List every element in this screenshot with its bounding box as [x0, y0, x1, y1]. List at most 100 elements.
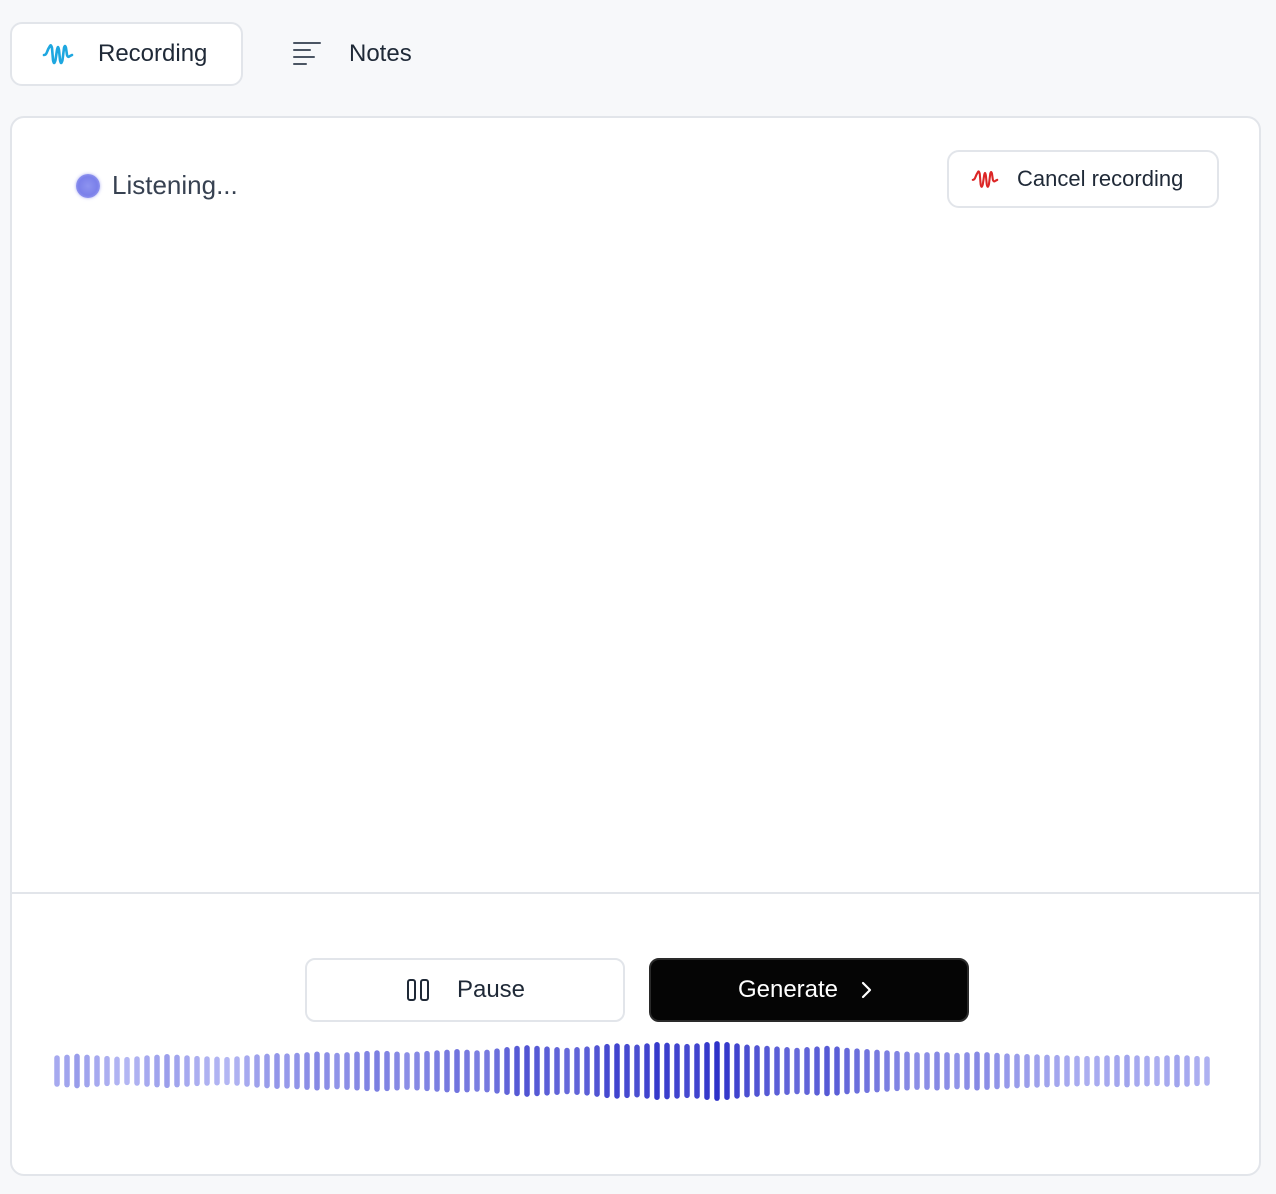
waveform-bar [114, 1056, 120, 1086]
waveform-bar [174, 1054, 180, 1088]
waveform-bar [354, 1051, 360, 1091]
waveform-bar [94, 1055, 100, 1087]
cancel-recording-label: Cancel recording [1017, 166, 1184, 191]
waveform-bar [1104, 1055, 1110, 1087]
waveform-bar [614, 1043, 620, 1099]
waveform-bar [814, 1046, 820, 1096]
waveform-bar [524, 1045, 530, 1097]
waveform-bar [1014, 1053, 1020, 1089]
waveform-bar [64, 1054, 70, 1088]
waveform-bar [364, 1050, 370, 1092]
waveform-bar [564, 1047, 570, 1095]
chevron-right-icon [856, 978, 880, 1002]
waveform-bar [634, 1044, 640, 1098]
waveform-bar [1184, 1055, 1190, 1087]
pause-label: Pause [456, 976, 526, 1003]
waveform-bar [294, 1052, 300, 1090]
waveform-bar [924, 1052, 930, 1090]
waveform-bar [154, 1054, 160, 1088]
waveform-bar [314, 1051, 320, 1091]
waveform-bar [774, 1046, 780, 1096]
tab-notes-label: Notes [349, 40, 412, 67]
waveform-bar [594, 1045, 600, 1097]
waveform-bar [1084, 1055, 1090, 1087]
waveform-bar [1124, 1054, 1130, 1088]
waveform-bar [484, 1049, 490, 1093]
waveform-bar [684, 1043, 690, 1099]
waveform-bar [494, 1048, 500, 1094]
waveform-icon [42, 38, 74, 70]
waveform-bar [1174, 1054, 1180, 1088]
waveform-bar [864, 1048, 870, 1094]
waveform-bar [724, 1042, 730, 1100]
waveform-bar [784, 1047, 790, 1095]
waveform-bar [454, 1048, 460, 1094]
waveform-bar [464, 1049, 470, 1093]
waveform-bar [1194, 1055, 1200, 1087]
waveform-bar [604, 1043, 610, 1099]
waveform-bar [734, 1043, 740, 1099]
cancel-recording-button[interactable]: Cancel recording [947, 150, 1219, 208]
waveform-bar [254, 1054, 260, 1088]
tab-recording[interactable]: Recording [10, 22, 243, 86]
waveform-bar [344, 1052, 350, 1090]
waveform-icon [971, 165, 999, 193]
waveform-bar [1164, 1055, 1170, 1087]
waveform-bar [804, 1047, 810, 1095]
waveform-bar [834, 1046, 840, 1096]
waveform-bar [984, 1052, 990, 1090]
waveform-bar [694, 1043, 700, 1099]
waveform-bar [824, 1045, 830, 1097]
waveform-bar [1054, 1054, 1060, 1088]
tab-bar: Recording Notes [10, 22, 442, 86]
waveform-bar [204, 1056, 210, 1086]
waveform-bar [994, 1052, 1000, 1090]
waveform-bar [414, 1051, 420, 1091]
waveform-bar [674, 1043, 680, 1099]
waveform-bar [404, 1052, 410, 1090]
waveform-bar [844, 1047, 850, 1095]
waveform-bar [224, 1056, 230, 1086]
waveform-bar [444, 1049, 450, 1093]
generate-label: Generate [737, 976, 839, 1003]
waveform-bar [874, 1049, 880, 1093]
waveform-bar [134, 1056, 140, 1086]
waveform-bar [1134, 1055, 1140, 1087]
waveform-bar [534, 1045, 540, 1097]
waveform-bar [554, 1047, 560, 1095]
waveform-bar [194, 1055, 200, 1087]
text-lines-icon [291, 38, 323, 70]
waveform-bar [1074, 1055, 1080, 1087]
tab-notes[interactable]: Notes [243, 22, 442, 86]
waveform-bar [144, 1055, 150, 1087]
waveform-bar [764, 1045, 770, 1097]
waveform-bar [954, 1052, 960, 1090]
waveform-bar [324, 1052, 330, 1090]
waveform-bar [244, 1055, 250, 1087]
waveform-bar [854, 1048, 860, 1094]
waveform-bar [944, 1052, 950, 1090]
listening-indicator-dot [76, 173, 100, 198]
waveform-bar [214, 1056, 220, 1086]
pause-button[interactable]: Pause [305, 958, 625, 1022]
panel-divider [12, 892, 1259, 894]
waveform-bar [654, 1042, 660, 1100]
generate-button[interactable]: Generate [649, 958, 969, 1022]
waveform-bar [384, 1050, 390, 1092]
waveform-bar [84, 1054, 90, 1088]
waveform-bar [434, 1050, 440, 1092]
audio-waveform [54, 1041, 1210, 1101]
waveform-bar [1204, 1056, 1210, 1086]
waveform-bar [164, 1053, 170, 1089]
waveform-bar [624, 1043, 630, 1099]
waveform-bar [904, 1051, 910, 1091]
pause-icon [405, 975, 435, 1005]
waveform-bar [1064, 1055, 1070, 1087]
waveform-bar [1114, 1054, 1120, 1088]
tab-recording-label: Recording [98, 40, 208, 67]
waveform-bar [374, 1050, 380, 1092]
waveform-bar [304, 1052, 310, 1090]
waveform-bar [284, 1053, 290, 1089]
waveform-bar [1044, 1054, 1050, 1088]
waveform-bar [644, 1043, 650, 1099]
